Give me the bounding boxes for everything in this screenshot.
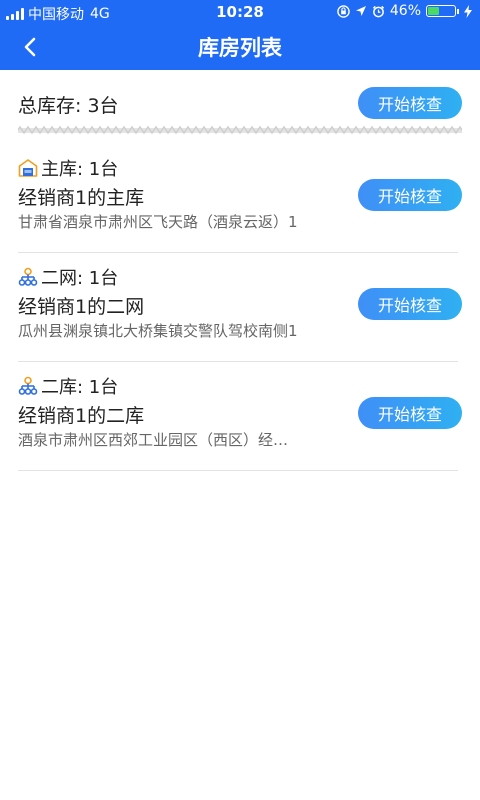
warehouse-icon [18, 159, 38, 177]
start-check-all-button[interactable]: 开始核查 [358, 87, 462, 119]
warehouse-name: 经销商1的二库 [18, 405, 145, 427]
warehouse-name: 经销商1的二网 [18, 296, 145, 318]
location-icon [355, 6, 366, 16]
network-icon [18, 267, 38, 286]
warehouse-type-label: 二网: 1台 [41, 268, 119, 289]
warehouse-item[interactable]: 主库: 1台 经销商1的主库 甘肃省酒泉市肃州区飞天路（酒泉云返）1 开始核查 [0, 145, 480, 253]
status-bar: 中国移动 4G 10:28 46% [0, 0, 480, 24]
orientation-lock-icon [337, 4, 350, 18]
warehouse-type-row: 二库: 1台 [18, 373, 118, 399]
warehouse-address: 瓜州县渊泉镇北大桥集镇交警队驾校南侧1 [18, 322, 298, 340]
top-bar: 中国移动 4G 10:28 46% 库房列表 [0, 0, 480, 70]
warehouse-type-row: 主库: 1台 [18, 155, 118, 181]
item-divider [18, 252, 458, 253]
start-check-button[interactable]: 开始核查 [358, 288, 462, 320]
warehouse-address: 酒泉市肃州区西郊工业园区（西区）经… [18, 431, 289, 449]
status-right: 46% [337, 3, 472, 19]
network-icon [18, 376, 38, 395]
battery-icon [426, 5, 456, 17]
wavy-divider [18, 125, 462, 135]
start-check-button[interactable]: 开始核查 [358, 397, 462, 429]
page-title: 库房列表 [198, 36, 282, 60]
warehouse-item[interactable]: 二网: 1台 经销商1的二网 瓜州县渊泉镇北大桥集镇交警队驾校南侧1 开始核查 [0, 254, 480, 362]
battery-level [428, 7, 439, 15]
warehouse-type-label: 主库: 1台 [41, 159, 119, 180]
start-check-button[interactable]: 开始核查 [358, 179, 462, 211]
total-inventory-label: 总库存: 3台 [18, 95, 119, 117]
warehouse-type-row: 二网: 1台 [18, 264, 118, 290]
warehouse-type-label: 二库: 1台 [41, 377, 119, 398]
warehouse-address: 甘肃省酒泉市肃州区飞天路（酒泉云返）1 [18, 213, 298, 231]
battery-percent: 46% [389, 3, 421, 19]
battery-cap [457, 8, 459, 14]
item-divider [18, 470, 458, 471]
warehouse-item[interactable]: 二库: 1台 经销商1的二库 酒泉市肃州区西郊工业园区（西区）经… 开始核查 [0, 363, 480, 471]
item-divider [18, 361, 458, 362]
alarm-icon [372, 5, 384, 17]
warehouse-name: 经销商1的主库 [18, 187, 145, 209]
charging-icon [464, 4, 472, 18]
nav-bar: 库房列表 [0, 24, 480, 70]
